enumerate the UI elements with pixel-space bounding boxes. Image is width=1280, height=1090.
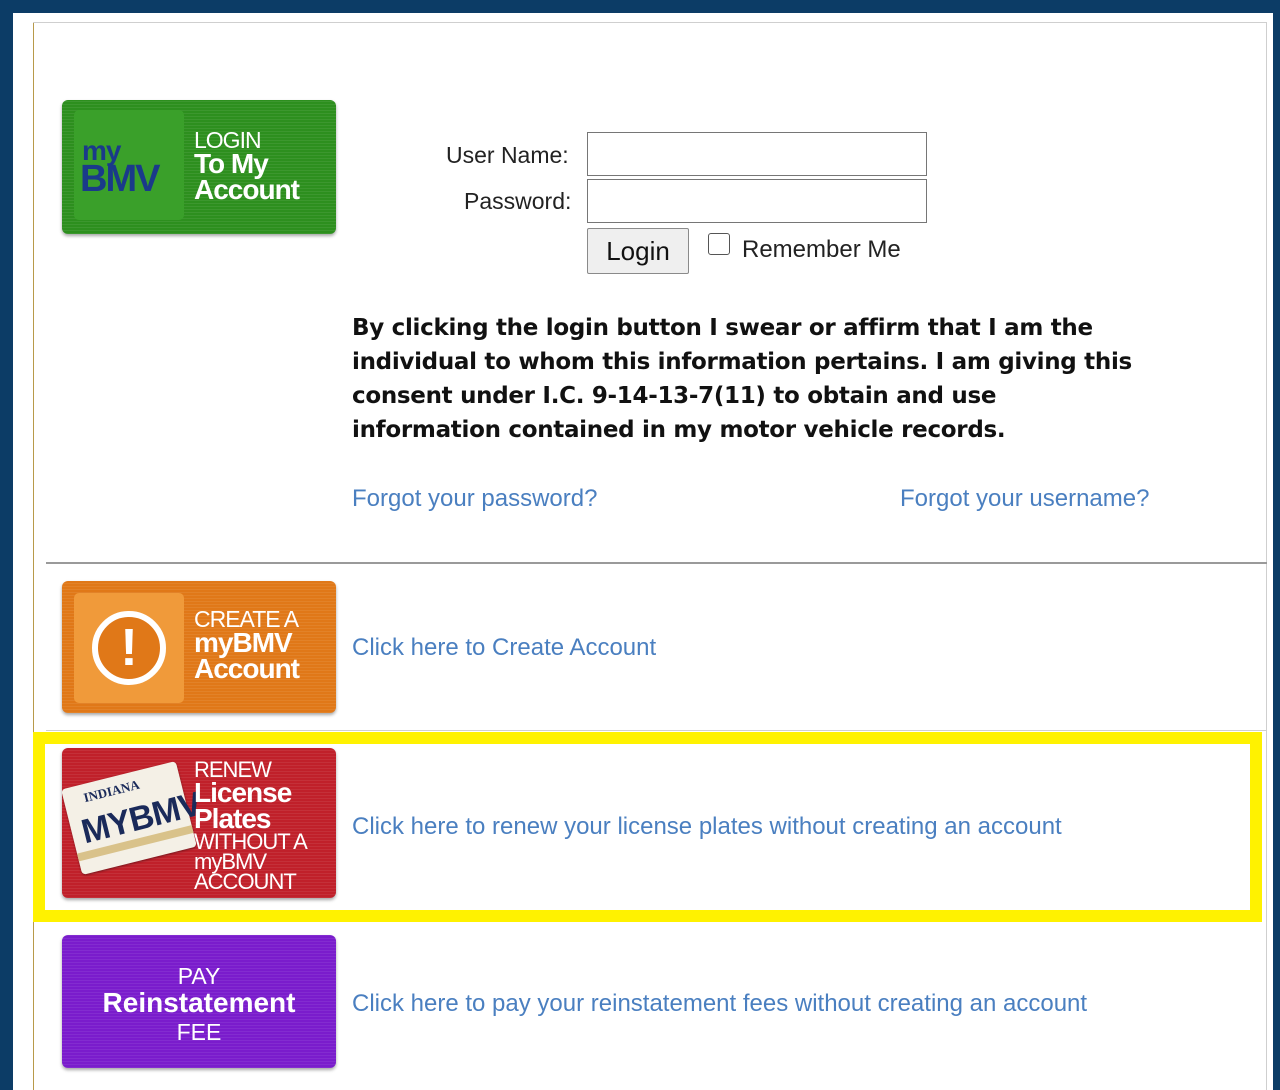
create-tile-line3: Account (194, 652, 300, 684)
pay-reinstatement-tile[interactable]: PAY Reinstatement FEE (62, 935, 336, 1068)
login-tile-text: LOGIN To My Account (194, 128, 300, 205)
create-account-badge: ! (74, 593, 184, 703)
pay-tile-line2: Reinstatement (102, 987, 296, 1018)
login-button[interactable]: Login (587, 228, 689, 274)
remember-me-checkbox[interactable] (708, 233, 730, 255)
mybmv-logo-bmv: BMV (80, 158, 160, 200)
create-account-link[interactable]: Click here to Create Account (352, 634, 656, 662)
section-divider (46, 562, 1267, 564)
forgot-password-link[interactable]: Forgot your password? (352, 485, 597, 513)
section-divider-2 (46, 730, 1267, 731)
pay-reinstatement-link[interactable]: Click here to pay your reinstatement fee… (352, 990, 1087, 1018)
password-input[interactable] (587, 179, 927, 223)
pay-tile-line1: PAY (177, 963, 221, 989)
pay-tile-line3: FEE (176, 1019, 222, 1045)
exclamation-icon: ! (92, 611, 166, 685)
content-right-border (1266, 22, 1267, 1090)
login-tile-line3: Account (194, 173, 300, 205)
create-tile-text: CREATE A myBMV Account (194, 607, 300, 684)
forgot-username-link[interactable]: Forgot your username? (900, 485, 1149, 513)
username-input[interactable] (587, 132, 927, 176)
content-left-border (33, 22, 34, 1090)
mybmv-login-tile: my BMV LOGIN To My Account (62, 100, 336, 234)
username-label: User Name: (446, 142, 569, 168)
consent-statement: By clicking the login button I swear or … (352, 315, 1132, 443)
password-label: Password: (464, 188, 572, 214)
remember-me-label[interactable]: Remember Me (742, 236, 901, 264)
content-top-border (33, 22, 1267, 23)
highlight-box (33, 732, 1262, 922)
create-account-tile[interactable]: ! CREATE A myBMV Account (62, 581, 336, 713)
